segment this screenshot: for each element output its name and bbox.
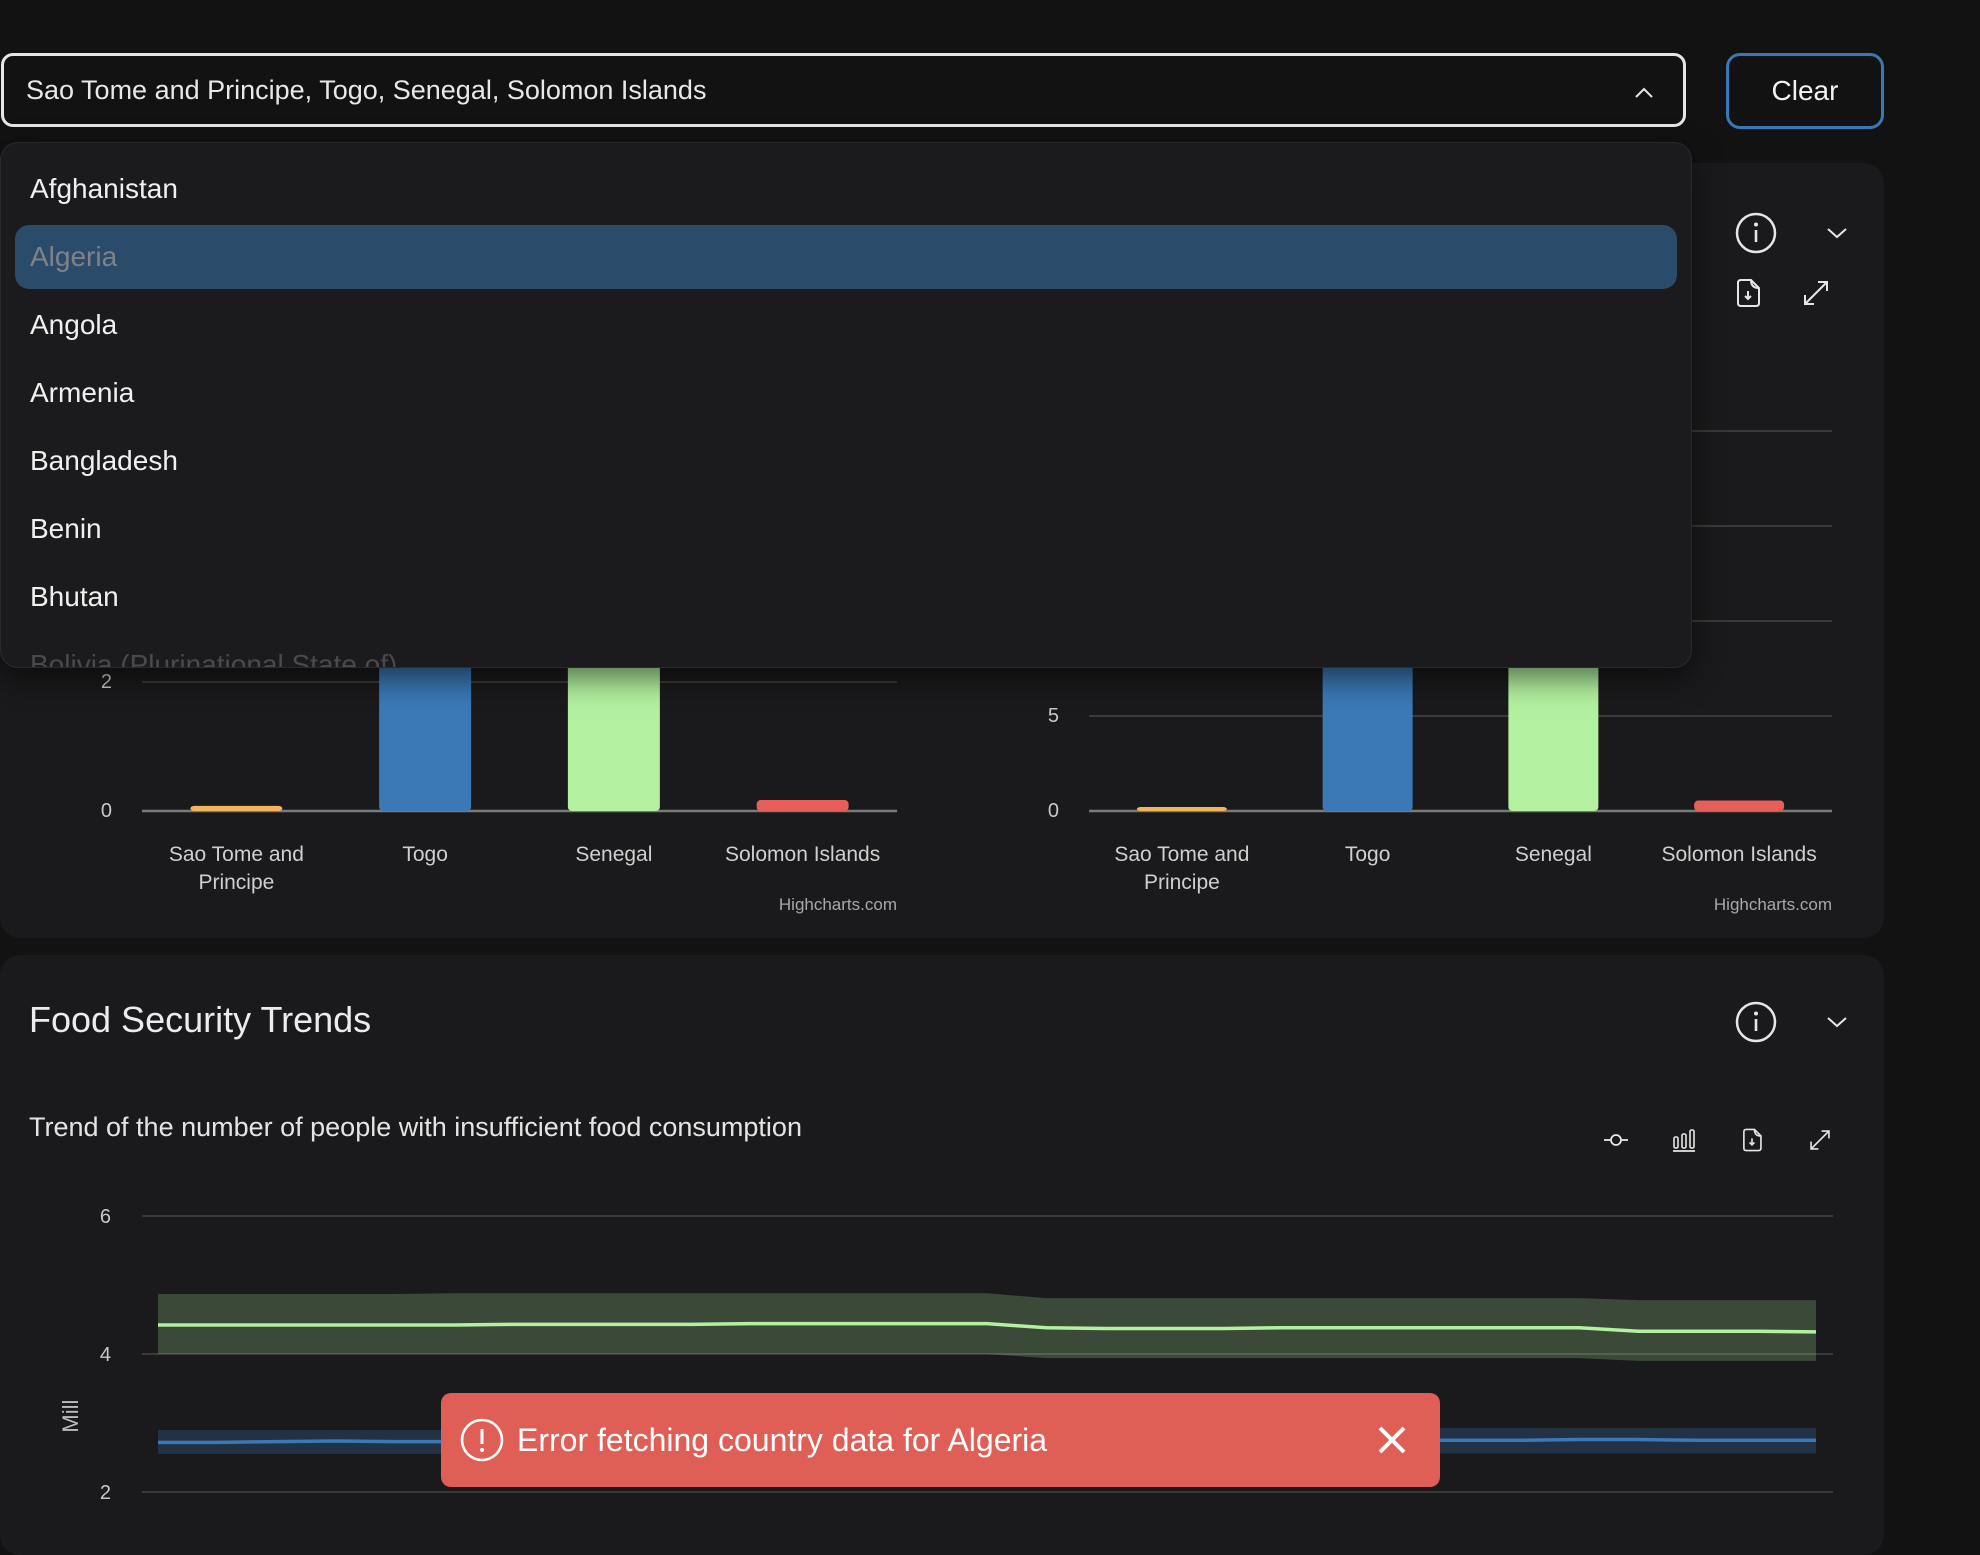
y-tick-label: 6 xyxy=(100,1206,111,1228)
credits-label: Highcharts.com xyxy=(779,895,897,914)
dropdown-option[interactable]: Angola xyxy=(15,293,1677,357)
y-tick-label: 0 xyxy=(101,800,112,822)
info-icon[interactable] xyxy=(1732,998,1780,1046)
dropdown-option[interactable]: Bhutan xyxy=(15,565,1677,629)
bar xyxy=(1136,807,1227,811)
clear-button[interactable]: Clear xyxy=(1726,53,1884,129)
x-tick-label: Togo xyxy=(402,843,448,866)
bar xyxy=(190,805,283,811)
country-dropdown-list: Afghanistan Algeria Angola Armenia Banglades… xyxy=(0,142,1692,668)
fullscreen-icon[interactable] xyxy=(1802,1122,1838,1158)
alert-icon xyxy=(459,1417,505,1463)
x-tick-label: Solomon Islands xyxy=(725,843,880,866)
y-tick-label: 5 xyxy=(1048,705,1059,727)
y-tick-label: 2 xyxy=(101,671,112,693)
x-tick-label: Togo xyxy=(1345,843,1391,866)
x-tick-label: Senegal xyxy=(1515,843,1592,866)
dropdown-option[interactable]: Benin xyxy=(15,497,1677,561)
close-icon[interactable] xyxy=(1372,1420,1412,1460)
x-tick-label: Senegal xyxy=(575,843,652,866)
collapse-chevron-icon[interactable] xyxy=(1813,998,1861,1046)
error-toast: Error fetching country data for Algeria xyxy=(441,1393,1440,1487)
credits-label: Highcharts.com xyxy=(1714,895,1832,914)
y-tick-label: 0 xyxy=(1048,800,1059,822)
x-tick-label: Solomon Islands xyxy=(1661,843,1816,866)
country-select-value: Sao Tome and Principe, Togo, Senegal, So… xyxy=(26,74,707,105)
y-tick-label: 2 xyxy=(100,1482,111,1504)
y-axis-label: Mill xyxy=(58,1400,83,1433)
bar xyxy=(1694,800,1785,811)
x-tick-label: Sao Tome and xyxy=(1114,843,1249,866)
x-tick-label: Principe xyxy=(198,871,274,894)
line-chart-toggle-icon[interactable] xyxy=(1598,1122,1634,1158)
chart-subtitle: Trend of the number of people with insuf… xyxy=(29,1112,802,1142)
download-icon[interactable] xyxy=(1734,1122,1770,1158)
toast-message: Error fetching country data for Algeria xyxy=(517,1421,1048,1458)
x-tick-label: Sao Tome and xyxy=(169,843,304,866)
section-title: Food Security Trends xyxy=(29,999,372,1040)
x-tick-label: Principe xyxy=(1144,871,1220,894)
dropdown-option[interactable]: Afghanistan xyxy=(15,157,1677,221)
y-tick-label: 4 xyxy=(100,1344,111,1366)
bar xyxy=(756,800,849,811)
dropdown-option[interactable]: Algeria xyxy=(15,225,1677,289)
bar-chart-toggle-icon[interactable] xyxy=(1666,1122,1702,1158)
dropdown-option[interactable]: Bolivia (Plurinational State of) xyxy=(15,633,1677,667)
dropdown-option[interactable]: Bangladesh xyxy=(15,429,1677,493)
chevron-up-icon[interactable] xyxy=(1633,80,1655,102)
country-select[interactable]: Sao Tome and Principe, Togo, Senegal, So… xyxy=(1,53,1686,127)
dropdown-option[interactable]: Armenia xyxy=(15,361,1677,425)
